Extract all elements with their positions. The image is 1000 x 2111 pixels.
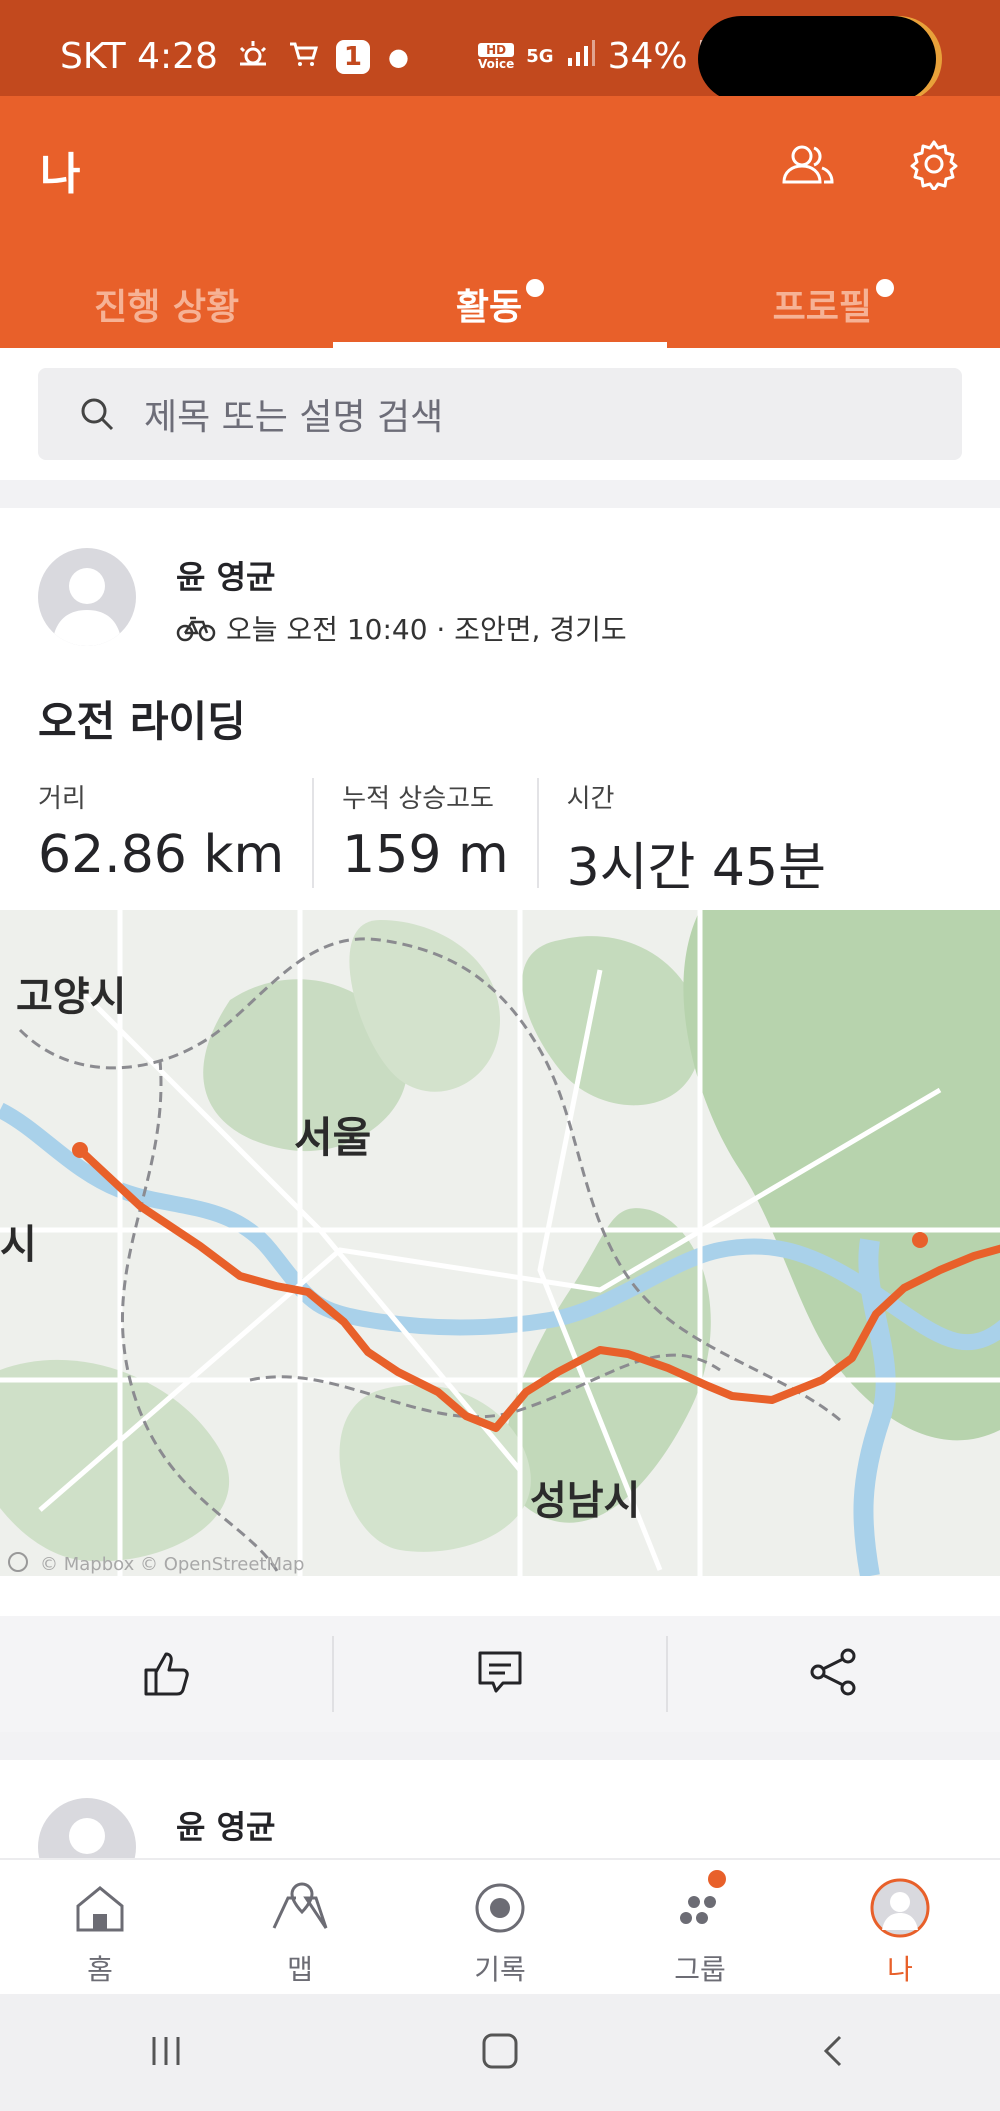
nav-record[interactable]: 기록	[400, 1860, 600, 1994]
back-button[interactable]	[814, 2031, 854, 2075]
comment-icon	[475, 1647, 525, 1701]
comment-button[interactable]	[334, 1636, 668, 1712]
map-icon	[270, 1878, 330, 1938]
stat-elevation: 누적 상승고도 159 m	[342, 778, 539, 888]
map-label-seongnam: 성남시	[530, 1478, 640, 1524]
search-input[interactable]: 제목 또는 설명 검색	[38, 368, 962, 460]
stat-value: 159 m	[342, 825, 509, 885]
activity-stats: 거리 62.86 km 누적 상승고도 159 m 시간 3시간 45분	[38, 778, 882, 898]
groups-notification-dot	[708, 1870, 726, 1888]
share-icon	[808, 1646, 860, 1702]
map-attribution[interactable]: © Mapbox © OpenStreetMap	[40, 1554, 304, 1575]
home-button[interactable]	[478, 2029, 522, 2077]
tab-bar: 진행 상황 활동 프로필	[0, 246, 1000, 348]
battery-percent: 34%	[607, 36, 688, 77]
settings-button[interactable]	[902, 134, 966, 198]
nav-label: 기록	[474, 1953, 526, 1986]
stat-distance: 거리 62.86 km	[38, 778, 315, 888]
avatar[interactable]	[38, 548, 136, 646]
map-label-goyang: 고양시	[16, 974, 126, 1020]
nav-label: 그룹	[674, 1953, 726, 1986]
search-section: 제목 또는 설명 검색	[0, 348, 1000, 480]
activity-meta: 오늘 오전 10:40 · 조안면, 경기도	[176, 608, 627, 648]
nav-groups[interactable]: 그룹	[600, 1860, 800, 1994]
route-map[interactable]: 고양시 서울 시 성남시 © Mapbox © OpenStreetMap	[0, 910, 1000, 1576]
stat-label: 시간	[566, 784, 615, 814]
bottom-nav: 홈 맵 기록 그룹 나	[0, 1858, 1000, 1994]
activity-card[interactable]: 윤 영균 오늘 오전 10:40 · 조안면, 경기도 오전 라이딩 거리 62…	[0, 508, 1000, 1732]
activity-card[interactable]: 윤 영균	[0, 1760, 1000, 1860]
unread-dot	[526, 279, 545, 297]
nav-label: 맵	[287, 1953, 313, 1986]
carrier-time: SKT 4:28	[60, 36, 218, 77]
athlete-name[interactable]: 윤 영균	[176, 1802, 275, 1848]
hd-label: HD	[478, 42, 515, 57]
signal-icon	[566, 36, 596, 77]
tab-label: 프로필	[772, 287, 872, 328]
profile-icon	[870, 1878, 930, 1938]
gear-icon	[908, 138, 960, 194]
find-friends-button[interactable]	[776, 134, 840, 198]
more-notifications-dot: ●	[387, 42, 409, 71]
system-nav-bar	[0, 1994, 1000, 2111]
home-icon	[70, 1878, 130, 1938]
nav-you[interactable]: 나	[800, 1860, 1000, 1994]
voice-label: Voice	[478, 56, 515, 71]
activity-title[interactable]: 오전 라이딩	[38, 688, 246, 749]
kudos-button[interactable]	[0, 1636, 334, 1712]
status-bar: SKT 4:28 1 ● HD Voice 5G 34%	[0, 0, 1000, 102]
stat-time: 시간 3시간 45분	[566, 778, 854, 898]
tab-progress[interactable]: 진행 상황	[0, 246, 333, 348]
athlete-name[interactable]: 윤 영균	[176, 552, 275, 598]
search-icon	[78, 395, 116, 433]
activity-date-location: 오늘 오전 10:40 · 조안면, 경기도	[226, 613, 627, 646]
redaction-block	[698, 16, 936, 102]
app-header: 나 진행 상황 활동 프로필	[0, 96, 1000, 348]
stat-label: 누적 상승고도	[342, 784, 494, 814]
tab-activities[interactable]: 활동	[333, 246, 667, 348]
bicycle-icon	[176, 614, 216, 642]
map-label-partial-city: 시	[0, 1222, 37, 1268]
unread-dot	[876, 279, 894, 297]
activity-actions	[0, 1616, 1000, 1732]
stat-label: 거리	[38, 784, 86, 814]
nav-label: 나	[887, 1953, 913, 1986]
search-placeholder: 제목 또는 설명 검색	[144, 397, 444, 438]
hd-voice-icon: HD Voice	[478, 42, 515, 71]
network-label: 5G	[526, 46, 554, 67]
map-label-seoul: 서울	[294, 1113, 371, 1162]
tab-label: 활동	[455, 287, 523, 328]
tab-profile[interactable]: 프로필	[667, 246, 1000, 348]
share-button[interactable]	[668, 1636, 1000, 1712]
thumbs-up-icon	[140, 1646, 192, 1702]
nav-home[interactable]: 홈	[0, 1860, 200, 1994]
stat-value: 62.86 km	[38, 825, 285, 885]
page-title: 나	[40, 149, 81, 200]
stat-value: 3시간 45분	[566, 838, 826, 898]
nav-label: 홈	[87, 1953, 113, 1986]
notification-count-badge: 1	[335, 39, 370, 74]
people-icon	[780, 142, 836, 190]
cart-icon	[288, 36, 318, 77]
recent-apps-button[interactable]	[146, 2031, 186, 2075]
tab-label: 진행 상황	[94, 287, 240, 328]
nav-maps[interactable]: 맵	[200, 1860, 400, 1994]
avatar[interactable]	[38, 1798, 136, 1860]
record-icon	[470, 1878, 530, 1938]
weather-icon	[236, 36, 270, 77]
